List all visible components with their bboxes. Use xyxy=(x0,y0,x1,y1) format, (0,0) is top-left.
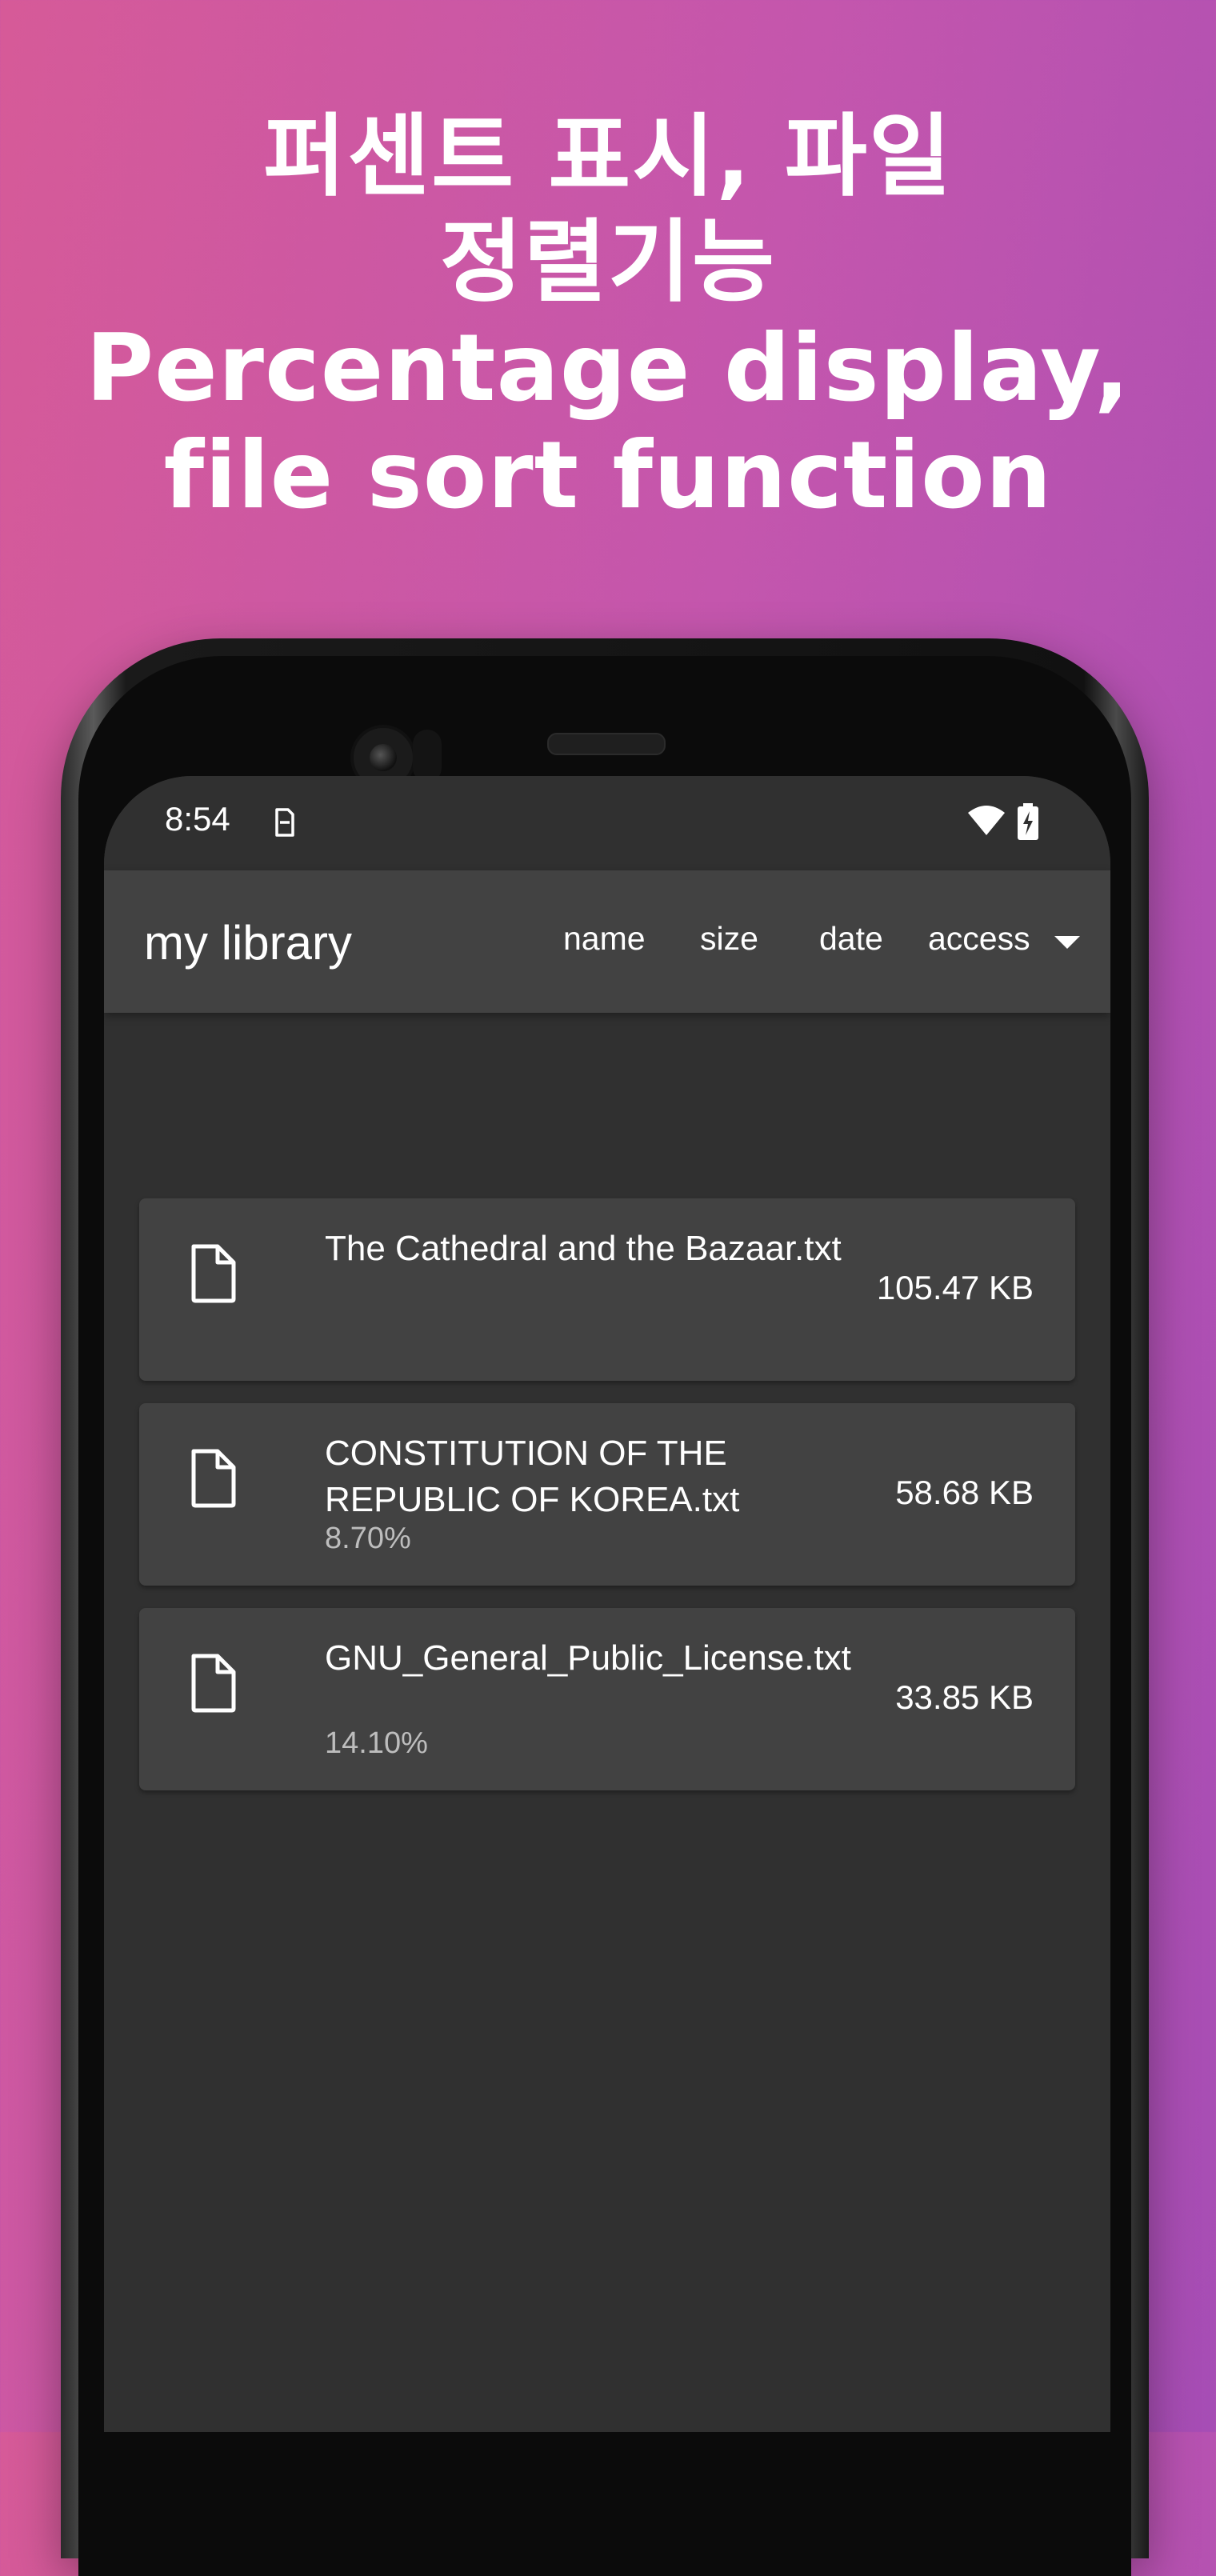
app-bar: my library name size date access xyxy=(104,870,1110,1013)
file-size: 33.85 KB xyxy=(895,1678,1034,1716)
read-percentage: 14.10% xyxy=(325,1726,428,1760)
sort-by-access-button[interactable]: access xyxy=(928,920,1030,958)
sort-by-name-button[interactable]: name xyxy=(563,920,646,958)
status-bar: 8:54 xyxy=(104,776,1110,870)
app-title: my library xyxy=(144,916,353,970)
sim-icon xyxy=(275,808,294,837)
sort-by-date-button[interactable]: date xyxy=(819,920,883,958)
read-percentage: 8.70% xyxy=(325,1522,411,1555)
file-size: 105.47 KB xyxy=(876,1269,1034,1306)
status-icons xyxy=(966,803,1040,840)
earpiece-speaker xyxy=(547,733,666,755)
wifi-icon xyxy=(968,806,1005,835)
file-list-item[interactable]: GNU_General_Public_License.txt 14.10% 33… xyxy=(139,1608,1075,1790)
file-list-item[interactable]: The Cathedral and the Bazaar.txt 105.47 … xyxy=(139,1198,1075,1381)
headline-korean-line-1: 퍼센트 표시, 파일 xyxy=(263,105,953,209)
file-size: 58.68 KB xyxy=(895,1474,1034,1511)
headline-english-line-1: Percentage display, xyxy=(86,314,1130,422)
file-name: GNU_General_Public_License.txt xyxy=(325,1638,851,1678)
headline-korean-line-2: 정렬기능 xyxy=(439,210,777,314)
promo-headline: 퍼센트 표시, 파일 정렬기능 Percentage display, file… xyxy=(0,104,1216,530)
sort-direction-caret-icon[interactable] xyxy=(1054,936,1080,949)
file-name: The Cathedral and the Bazaar.txt xyxy=(325,1229,842,1268)
file-name: CONSTITUTION OF THE REPUBLIC OF KOREA.tx… xyxy=(325,1434,740,1519)
file-icon xyxy=(191,1244,236,1303)
status-time: 8:54 xyxy=(165,800,230,838)
battery-charging-icon xyxy=(1018,803,1038,840)
phone-screen: 8:54 my library name size date access Th… xyxy=(104,776,1110,2432)
sort-by-size-button[interactable]: size xyxy=(700,920,758,958)
proximity-sensor xyxy=(413,730,442,782)
file-list-item[interactable]: CONSTITUTION OF THE REPUBLIC OF KOREA.tx… xyxy=(139,1403,1075,1586)
file-icon xyxy=(191,1449,236,1508)
file-icon xyxy=(191,1654,236,1713)
headline-english-line-2: file sort function xyxy=(163,422,1053,530)
